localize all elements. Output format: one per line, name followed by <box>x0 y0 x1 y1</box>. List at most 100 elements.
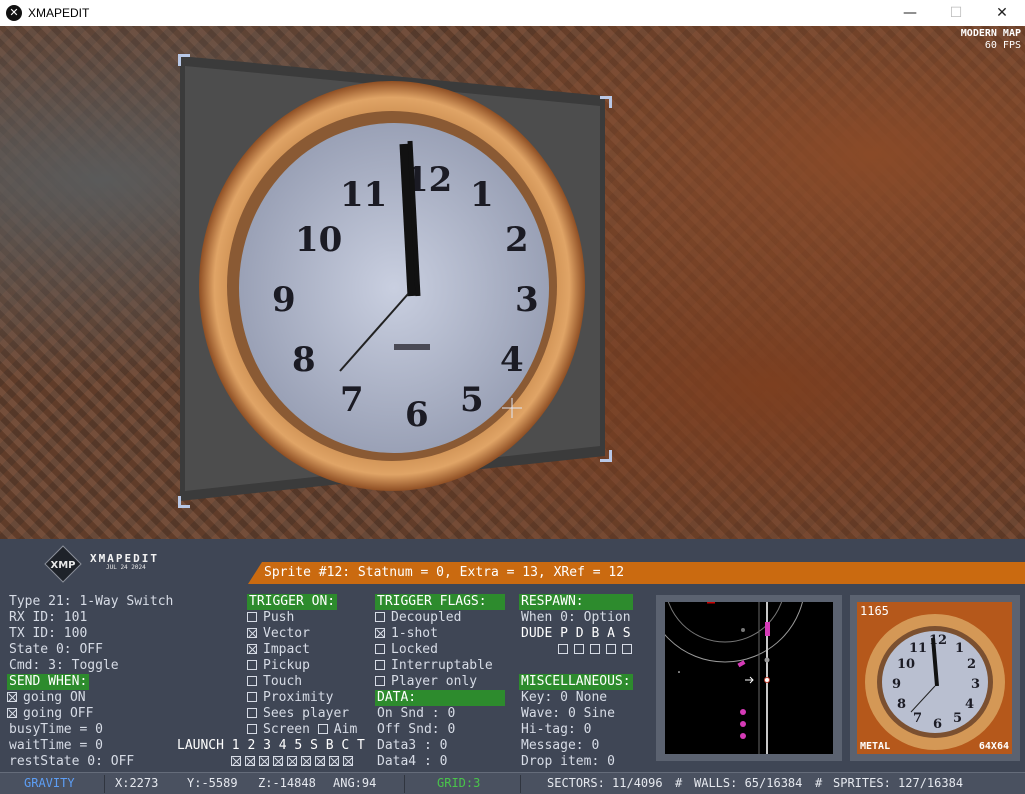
checkbox-unchecked[interactable] <box>247 612 257 622</box>
checkbox-unchecked[interactable] <box>247 692 257 702</box>
gravity-indicator[interactable]: GRAVITY <box>24 776 75 790</box>
checkbox-checked[interactable] <box>375 628 385 638</box>
trigger-on-option[interactable]: Proximity <box>247 690 333 706</box>
checkbox-checked[interactable] <box>287 756 297 766</box>
status-bar: GRAVITY X:2273 Y:-5589 Z:-14848 ANG:94 G… <box>0 772 1025 794</box>
type-field[interactable]: Type 21: 1-Way Switch <box>9 594 173 610</box>
tile-preview-frame: 12 1 2 345 678 9 10 11 1165 METAL 64X64 <box>850 595 1020 761</box>
launch-option-label: C <box>341 738 350 753</box>
checkbox-checked[interactable] <box>7 692 17 702</box>
y-coordinate: Y:-5589 <box>187 776 238 790</box>
launch-row: LAUNCH 1 2 3 4 5 S B C T <box>177 738 365 753</box>
checkbox-checked[interactable] <box>247 628 257 638</box>
trigger-flag-option[interactable]: Locked <box>375 642 438 658</box>
svg-text:10: 10 <box>295 220 342 260</box>
trigger-flags-header: TRIGGER FLAGS: <box>375 594 505 610</box>
svg-text:1: 1 <box>955 641 964 656</box>
svg-text:11: 11 <box>340 175 387 215</box>
window-title: XMAPEDIT <box>28 6 90 20</box>
minimize-button[interactable]: — <box>887 0 933 26</box>
trigger-on-option[interactable]: Impact <box>247 642 310 658</box>
checkbox-unchecked[interactable] <box>247 708 257 718</box>
clock-scene: 12 12 345 678 91011 <box>180 56 605 501</box>
trigger-on-option[interactable]: Pickup <box>247 658 310 674</box>
checkbox-checked[interactable] <box>343 756 353 766</box>
trigger-on-option[interactable]: Push <box>247 610 294 626</box>
drop-item-field[interactable]: Drop item: 0 <box>521 754 615 770</box>
trigger-flag-option[interactable]: Decoupled <box>375 610 461 626</box>
checkbox-unchecked[interactable] <box>574 644 584 654</box>
3d-viewport[interactable]: 12 1 2 345 678 9 10 11 MODERN MAP 60 FPS <box>0 26 1025 539</box>
minimap[interactable] <box>665 602 833 754</box>
key-field[interactable]: Key: 0 None <box>521 690 607 706</box>
window-titlebar: ✕ XMAPEDIT — ☐ ✕ <box>0 0 1025 26</box>
hitag-field[interactable]: Hi-tag: 0 <box>521 722 591 738</box>
checkbox-unchecked[interactable] <box>590 644 600 654</box>
tile-number: 1165 <box>860 604 889 618</box>
trigger-flag-option[interactable]: 1-shot <box>375 626 438 642</box>
checkbox-unchecked[interactable] <box>375 644 385 654</box>
cmd-field[interactable]: Cmd: 3: Toggle <box>9 658 119 674</box>
checkbox-unchecked[interactable] <box>247 676 257 686</box>
data4-field[interactable]: Data4 : 0 <box>377 754 447 770</box>
tile-material: METAL <box>860 741 891 752</box>
checkbox-unchecked[interactable] <box>375 612 385 622</box>
selection-corner <box>178 496 190 508</box>
tx-id-field[interactable]: TX ID: 100 <box>9 626 87 642</box>
respawn-when-field[interactable]: When 0: Option <box>521 610 631 626</box>
x-coordinate: X:2273 <box>115 776 159 790</box>
screen-aim-options[interactable]: Screen Aim <box>247 722 357 738</box>
dude-flag-checkboxes <box>558 642 638 658</box>
checkbox-checked[interactable] <box>259 756 269 766</box>
busy-time-field[interactable]: busyTime = 0 <box>9 722 103 738</box>
trigger-on-option[interactable]: Touch <box>247 674 302 690</box>
checkbox-checked[interactable] <box>301 756 311 766</box>
checkbox-checked[interactable] <box>247 644 257 654</box>
sprite-info-bar: Sprite #12: Statnum = 0, Extra = 13, XRe… <box>248 562 1025 584</box>
app-logo: XMP XMAPEDIT JUL 24 2024 <box>0 539 250 589</box>
grid-size-indicator[interactable]: GRID:3 <box>437 776 480 790</box>
close-button[interactable]: ✕ <box>979 0 1025 26</box>
data3-field[interactable]: Data3 : 0 <box>377 738 447 754</box>
rx-id-field[interactable]: RX ID: 101 <box>9 610 87 626</box>
window-controls: — ☐ ✕ <box>887 0 1025 26</box>
checkbox-checked[interactable] <box>245 756 255 766</box>
trigger-flag-option[interactable]: Player only <box>375 674 477 690</box>
going-on-option[interactable]: going ON <box>7 690 86 706</box>
svg-text:7: 7 <box>913 711 922 726</box>
checkbox-checked[interactable] <box>315 756 325 766</box>
checkbox-unchecked[interactable] <box>247 724 257 734</box>
checkbox-unchecked[interactable] <box>622 644 632 654</box>
state-field[interactable]: State 0: OFF <box>9 642 103 658</box>
trigger-on-option[interactable]: Sees player <box>247 706 349 722</box>
checkbox-unchecked[interactable] <box>375 660 385 670</box>
rest-state-field[interactable]: restState 0: OFF <box>9 754 134 770</box>
wait-time-field[interactable]: waitTime = 0 <box>9 738 103 754</box>
wave-field[interactable]: Wave: 0 Sine <box>521 706 615 722</box>
angle-readout: ANG:94 <box>333 776 377 790</box>
maximize-button[interactable]: ☐ <box>933 0 979 26</box>
divider <box>520 775 521 793</box>
trigger-flag-option[interactable]: Interruptable <box>375 658 493 674</box>
selection-corner <box>600 450 612 462</box>
checkbox-checked[interactable] <box>329 756 339 766</box>
svg-text:6: 6 <box>405 395 429 435</box>
svg-text:5: 5 <box>460 380 484 420</box>
off-sound-field[interactable]: Off Snd: 0 <box>377 722 455 738</box>
divider <box>104 775 105 793</box>
checkbox-unchecked[interactable] <box>558 644 568 654</box>
respawn-header: RESPAWN: <box>519 594 633 610</box>
checkbox-checked[interactable] <box>7 708 17 718</box>
trigger-on-option[interactable]: Vector <box>247 626 310 642</box>
checkbox-checked[interactable] <box>273 756 283 766</box>
tile-preview[interactable]: 12 1 2 345 678 9 10 11 1165 METAL 64X64 <box>857 602 1012 754</box>
going-off-option[interactable]: going OFF <box>7 706 93 722</box>
on-sound-field[interactable]: On Snd : 0 <box>377 706 455 722</box>
checkbox-unchecked[interactable] <box>606 644 616 654</box>
checkbox-unchecked[interactable] <box>375 676 385 686</box>
checkbox-unchecked[interactable] <box>247 660 257 670</box>
message-field[interactable]: Message: 0 <box>521 738 599 754</box>
minimap-frame <box>656 595 842 761</box>
checkbox-checked[interactable] <box>231 756 241 766</box>
checkbox-unchecked[interactable] <box>317 724 328 734</box>
